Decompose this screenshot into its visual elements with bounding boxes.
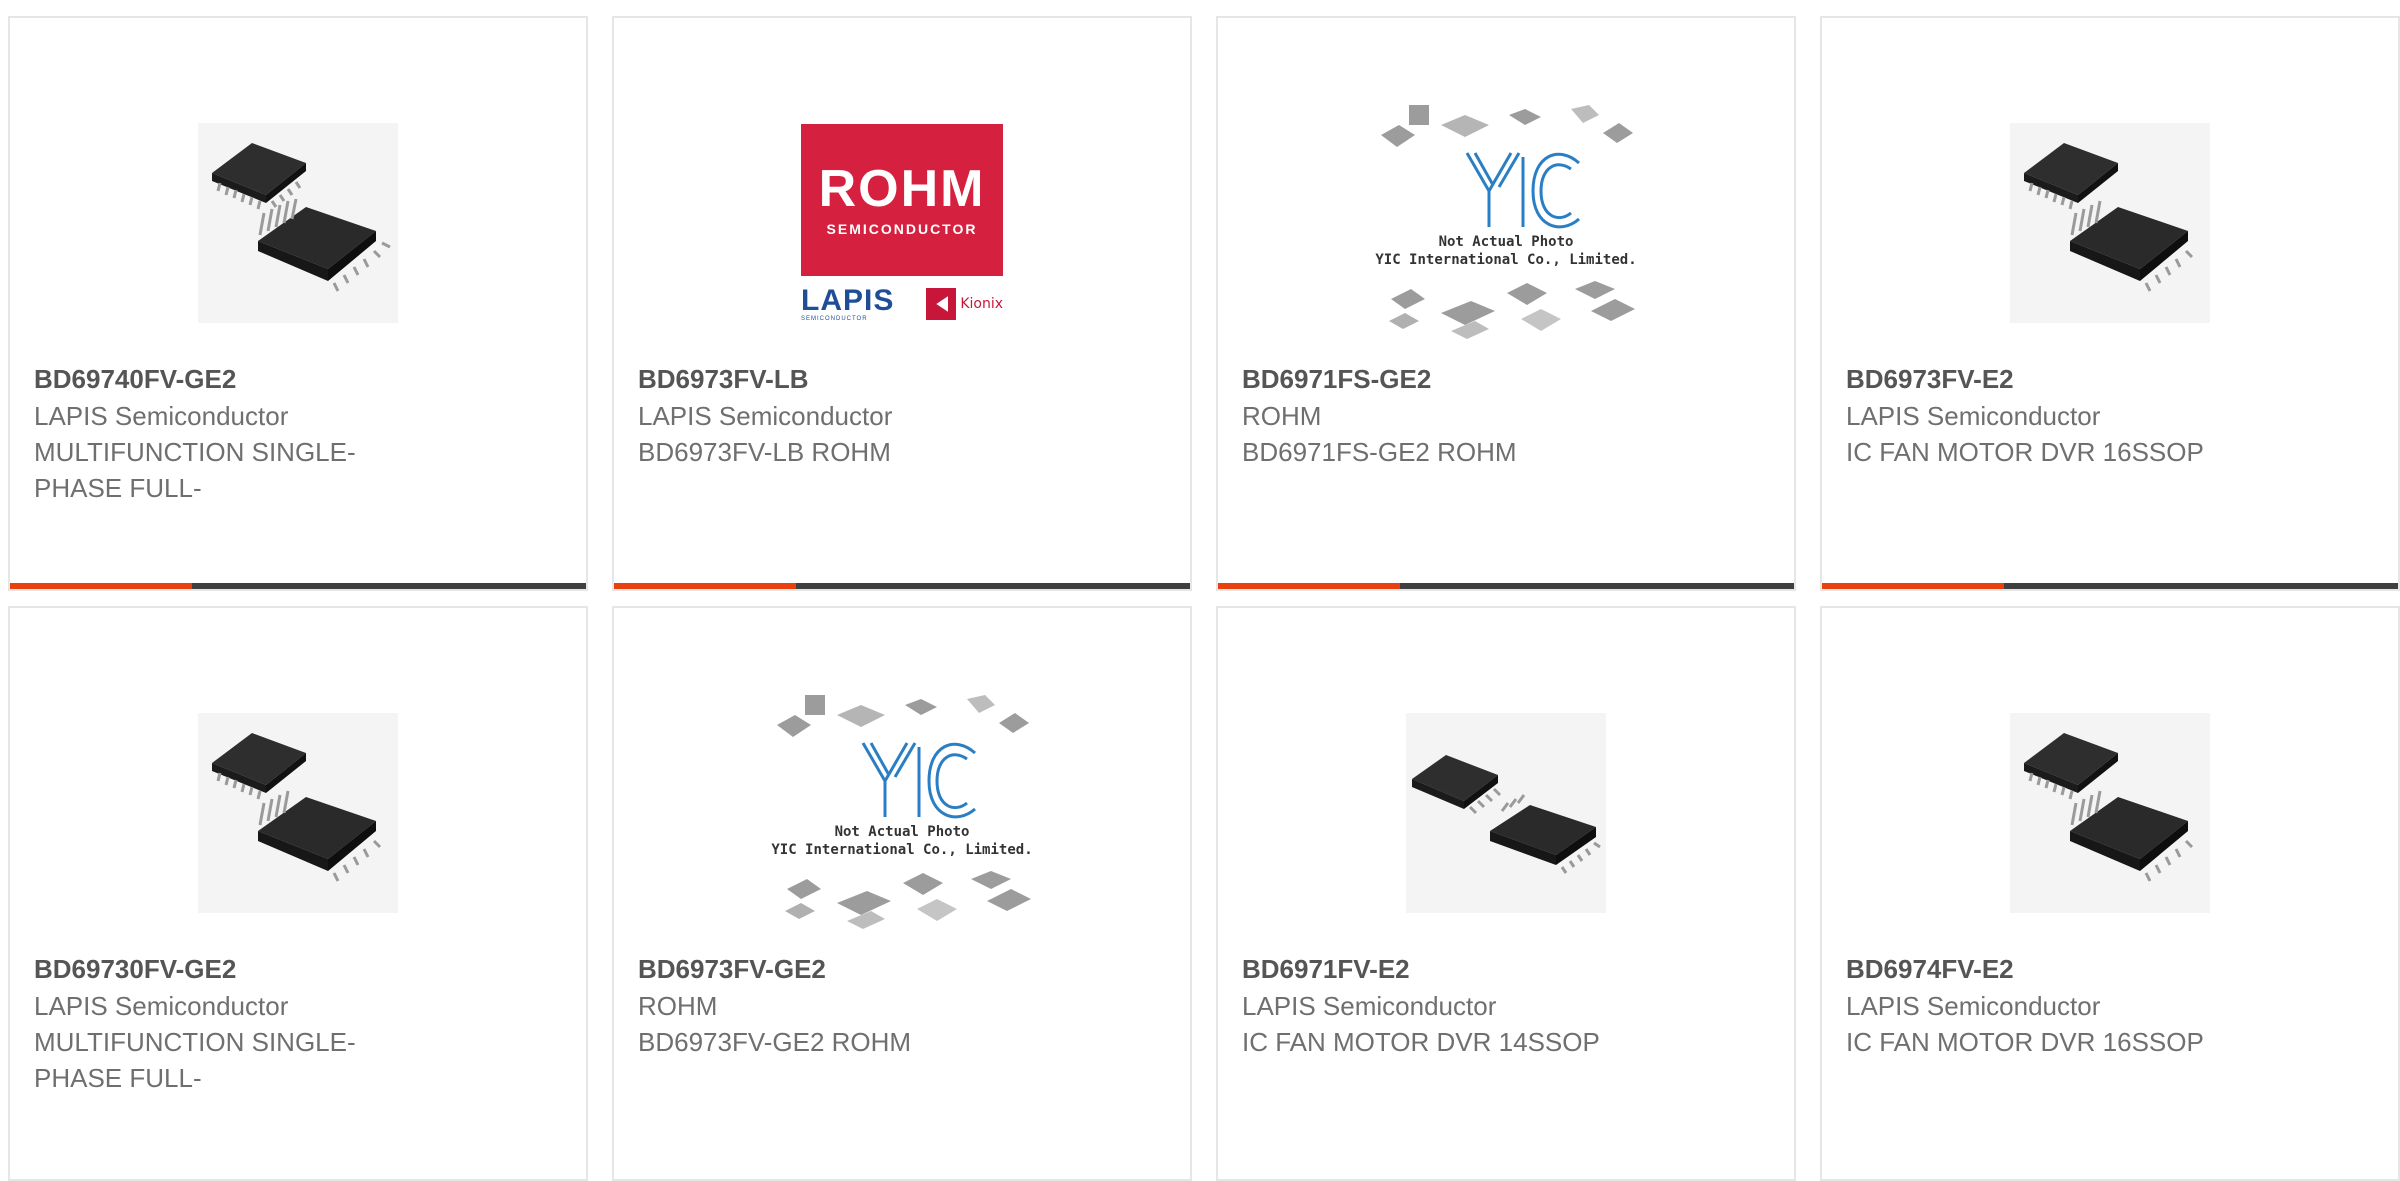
ic-chip-icon <box>2010 123 2210 323</box>
description: BD6973FV-GE2 ROHM <box>638 1027 912 1057</box>
product-card[interactable]: BD69730FV-GE2 LAPIS Semiconductor MULTIF… <box>8 606 588 1181</box>
kionix-icon <box>926 288 957 320</box>
ic-chip-icon <box>198 123 398 323</box>
kionix-logo: Kionix <box>926 288 1003 320</box>
product-card[interactable]: Not Actual Photo YIC International Co., … <box>612 606 1192 1181</box>
description: IC FAN MOTOR DVR 16SSOP <box>1846 1027 2204 1057</box>
lapis-logo-text: LAPIS <box>801 284 895 317</box>
manufacturer: LAPIS Semiconductor <box>1242 991 1497 1021</box>
chip-collection-icon <box>777 695 1031 929</box>
card-accent <box>1822 583 2004 589</box>
yic-placeholder-text: Not Actual Photo YIC International Co., … <box>767 823 1037 859</box>
ic-chip-icon <box>2010 713 2210 913</box>
product-card[interactable]: BD6973FV-E2 LAPIS Semiconductor IC FAN M… <box>1820 16 2400 591</box>
description: BD6973FV-LB ROHM <box>638 437 891 467</box>
part-number[interactable]: BD6974FV-E2 <box>1846 950 2374 988</box>
description: MULTIFUNCTION SINGLE-PHASE FULL- <box>34 437 356 503</box>
card-accent <box>10 583 192 589</box>
product-grid: BD69740FV-GE2 LAPIS Semiconductor MULTIF… <box>0 0 2400 1181</box>
yic-line-1: Not Actual Photo <box>834 824 970 840</box>
manufacturer: LAPIS Semiconductor <box>1846 401 2101 431</box>
manufacturer: LAPIS Semiconductor <box>1846 991 2101 1021</box>
yic-placeholder-image: Not Actual Photo YIC International Co., … <box>1371 103 1641 343</box>
rohm-logo-text: ROHM <box>818 160 986 218</box>
rohm-logo-mark: ROHM SEMICONDUCTOR <box>801 124 1003 276</box>
card-bottom-bar <box>10 583 586 589</box>
description: IC FAN MOTOR DVR 14SSOP <box>1242 1027 1600 1057</box>
part-number[interactable]: BD6973FV-GE2 <box>638 950 1166 988</box>
yic-line-2: YIC International Co., Limited. <box>771 842 1033 858</box>
product-image[interactable]: ROHM SEMICONDUCTOR LAPIS SEMICONDUCTOR K… <box>614 88 1190 358</box>
part-number[interactable]: BD6971FS-GE2 <box>1242 360 1770 398</box>
product-image[interactable]: Not Actual Photo YIC International Co., … <box>1218 88 1794 358</box>
rohm-logo: ROHM SEMICONDUCTOR LAPIS SEMICONDUCTOR K… <box>801 124 1003 322</box>
product-card[interactable]: ROHM SEMICONDUCTOR LAPIS SEMICONDUCTOR K… <box>612 16 1192 591</box>
card-accent <box>614 583 796 589</box>
part-number[interactable]: BD6973FV-E2 <box>1846 360 2374 398</box>
ic-chip-icon <box>1406 713 1606 913</box>
lapis-logo: LAPIS SEMICONDUCTOR <box>801 284 895 323</box>
yic-line-1: Not Actual Photo <box>1438 234 1574 250</box>
product-image[interactable]: Not Actual Photo YIC International Co., … <box>614 678 1190 948</box>
product-image[interactable] <box>10 678 586 948</box>
part-number[interactable]: BD69730FV-GE2 <box>34 950 562 988</box>
manufacturer: LAPIS Semiconductor <box>34 401 289 431</box>
card-accent <box>1218 583 1400 589</box>
card-bottom-bar <box>1218 583 1794 589</box>
part-number[interactable]: BD6971FV-E2 <box>1242 950 1770 988</box>
manufacturer: LAPIS Semiconductor <box>638 401 893 431</box>
product-card[interactable]: BD6974FV-E2 LAPIS Semiconductor IC FAN M… <box>1820 606 2400 1181</box>
manufacturer: ROHM <box>638 991 718 1021</box>
manufacturer: ROHM <box>1242 401 1322 431</box>
card-bottom-bar <box>1822 583 2398 589</box>
card-bottom-bar <box>614 583 1190 589</box>
product-image[interactable] <box>1822 678 2398 948</box>
product-image[interactable] <box>10 88 586 358</box>
description: IC FAN MOTOR DVR 16SSOP <box>1846 437 2204 467</box>
rohm-logo-sub: SEMICONDUCTOR <box>826 221 978 237</box>
yic-line-2: YIC International Co., Limited. <box>1375 252 1637 268</box>
kionix-logo-text: Kionix <box>960 296 1003 312</box>
product-card[interactable]: Not Actual Photo YIC International Co., … <box>1216 16 1796 591</box>
product-card[interactable]: BD69740FV-GE2 LAPIS Semiconductor MULTIF… <box>8 16 588 591</box>
part-number[interactable]: BD6973FV-LB <box>638 360 1166 398</box>
yic-placeholder-text: Not Actual Photo YIC International Co., … <box>1371 233 1641 269</box>
product-image[interactable] <box>1822 88 2398 358</box>
description: MULTIFUNCTION SINGLE-PHASE FULL- <box>34 1027 356 1093</box>
ic-chip-icon <box>198 713 398 913</box>
manufacturer: LAPIS Semiconductor <box>34 991 289 1021</box>
product-card[interactable]: BD6971FV-E2 LAPIS Semiconductor IC FAN M… <box>1216 606 1796 1181</box>
product-image[interactable] <box>1218 678 1794 948</box>
description: BD6971FS-GE2 ROHM <box>1242 437 1517 467</box>
part-number[interactable]: BD69740FV-GE2 <box>34 360 562 398</box>
chip-collection-icon <box>1381 105 1635 339</box>
yic-placeholder-image: Not Actual Photo YIC International Co., … <box>767 693 1037 933</box>
